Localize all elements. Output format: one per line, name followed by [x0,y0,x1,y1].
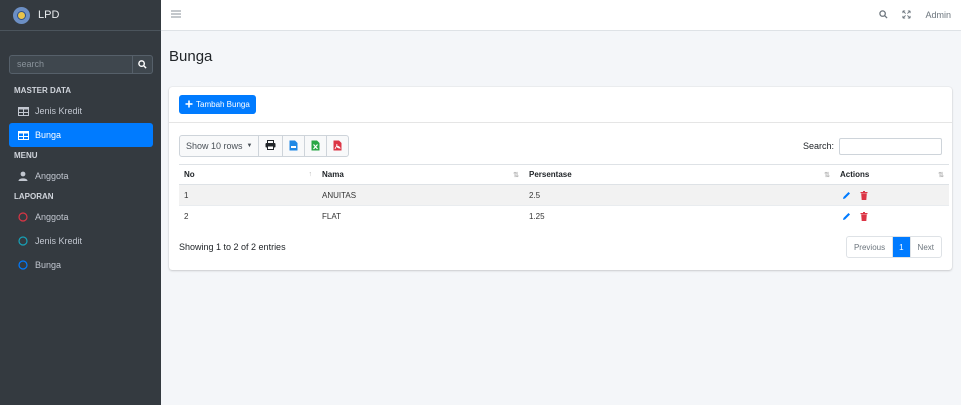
sidebar-item-label: Jenis Kredit [35,236,83,246]
sidebar-search: search [9,55,153,74]
sidebar-item-label: Anggota [35,171,69,181]
table-footer: Showing 1 to 2 of 2 entries Previous 1 N… [179,235,942,259]
sidebar-item-bunga[interactable]: Bunga [9,123,153,147]
column-header-no[interactable]: No ↑ [179,164,317,185]
sidebar-item-label: Bunga [35,260,62,270]
table-search-input[interactable] [839,137,942,155]
pagination: Previous 1 Next [845,236,942,258]
sidebar-item-jenis-kredit[interactable]: Jenis Kredit [9,99,153,123]
cell-actions [835,184,949,206]
circle-icon [17,260,29,270]
table-icon [17,106,29,116]
brand-link[interactable]: LPD [0,0,161,31]
delete-trash-icon[interactable] [857,210,870,222]
sidebar-header-master-data: MASTER DATA [14,86,72,95]
cell-persentase: 2.5 [524,184,835,206]
sidebar-item-label: Jenis Kredit [35,106,83,116]
cell-nama: ANUITAS [317,184,524,206]
cell-actions [835,205,949,227]
sidebar-header-menu: MENU [14,151,38,160]
cell-no: 2 [179,205,317,227]
user-menu[interactable]: Admin [925,10,951,20]
sidebar-item-laporan-bunga[interactable]: Bunga [9,253,153,277]
table-toolbar: Show 10 rows ▼ Search: [179,135,942,157]
sidebar-item-anggota[interactable]: Anggota [9,164,153,188]
edit-pencil-icon[interactable] [840,210,853,222]
table-row: 2 FLAT 1.25 [179,205,949,227]
cell-nama: FLAT [317,205,524,227]
column-header-persentase[interactable]: Persentase ⇅ [524,164,835,185]
search-label: Search: [802,141,834,151]
table-icon [17,130,29,140]
delete-trash-icon[interactable] [857,189,870,201]
sidebar-item-laporan-anggota[interactable]: Anggota [9,205,153,229]
sidebar-search-input[interactable]: search [10,56,132,73]
edit-pencil-icon[interactable] [840,189,853,201]
sidebar-item-laporan-jenis-kredit[interactable]: Jenis Kredit [9,229,153,253]
bunga-card: Tambah Bunga Show 10 rows ▼ Search: No ↑… [169,87,952,270]
excel-export-button[interactable] [305,136,328,156]
page-title: Bunga [169,48,213,65]
sidebar-header-laporan: LAPORAN [14,192,54,201]
cell-no: 1 [179,184,317,206]
cell-persentase: 1.25 [524,205,835,227]
pagination-next[interactable]: Next [911,237,941,257]
hamburger-menu-icon[interactable] [171,9,181,21]
circle-icon [17,212,29,222]
table-info: Showing 1 to 2 of 2 entries [179,242,286,252]
circle-icon [17,236,29,246]
sort-icon: ⇅ [824,172,830,179]
column-header-actions[interactable]: Actions ⇅ [835,164,949,185]
brand-title: LPD [38,9,60,21]
print-icon [265,140,276,152]
print-button[interactable] [259,136,284,156]
sidebar: LPD search MASTER DATA Jenis Kredit Bung… [0,0,161,405]
show-rows-dropdown[interactable]: Show 10 rows ▼ [180,136,260,156]
export-button-group: Show 10 rows ▼ [179,135,350,157]
sort-icon: ⇅ [938,172,944,179]
table-header-row: No ↑ Nama ⇅ Persentase ⇅ Actions ⇅ [179,164,949,185]
pagination-page-1[interactable]: 1 [893,237,911,257]
caret-down-icon: ▼ [246,143,253,149]
sort-icon: ⇅ [513,172,519,179]
bunga-table: No ↑ Nama ⇅ Persentase ⇅ Actions ⇅ 1 ANUITAS… [179,164,949,227]
add-bunga-button[interactable]: Tambah Bunga [179,95,256,114]
pdf-export-button[interactable] [327,136,348,156]
csv-export-button[interactable] [283,136,306,156]
add-bunga-label: Tambah Bunga [196,100,250,109]
plus-icon [185,100,193,110]
excel-file-icon [311,140,320,153]
card-header: Tambah Bunga [169,87,952,123]
show-rows-label: Show 10 rows [186,141,243,151]
column-header-nama[interactable]: Nama ⇅ [317,164,524,185]
sidebar-item-label: Bunga [35,130,62,140]
table-row: 1 ANUITAS 2.5 [179,184,949,206]
sidebar-item-label: Anggota [35,212,69,222]
table-search: Search: [802,137,942,155]
content-wrapper: Bunga Tambah Bunga Show 10 rows ▼ Search… [161,31,961,405]
brand-logo-icon [13,6,30,24]
top-navbar: Admin [161,0,961,31]
pagination-previous[interactable]: Previous [847,237,894,257]
pdf-file-icon [333,140,342,153]
navbar-search-icon[interactable] [879,9,889,21]
user-icon [17,171,29,181]
csv-file-icon [289,140,298,153]
fullscreen-icon[interactable] [902,9,912,21]
search-icon[interactable] [132,56,152,73]
sort-asc-icon: ↑ [308,171,313,178]
